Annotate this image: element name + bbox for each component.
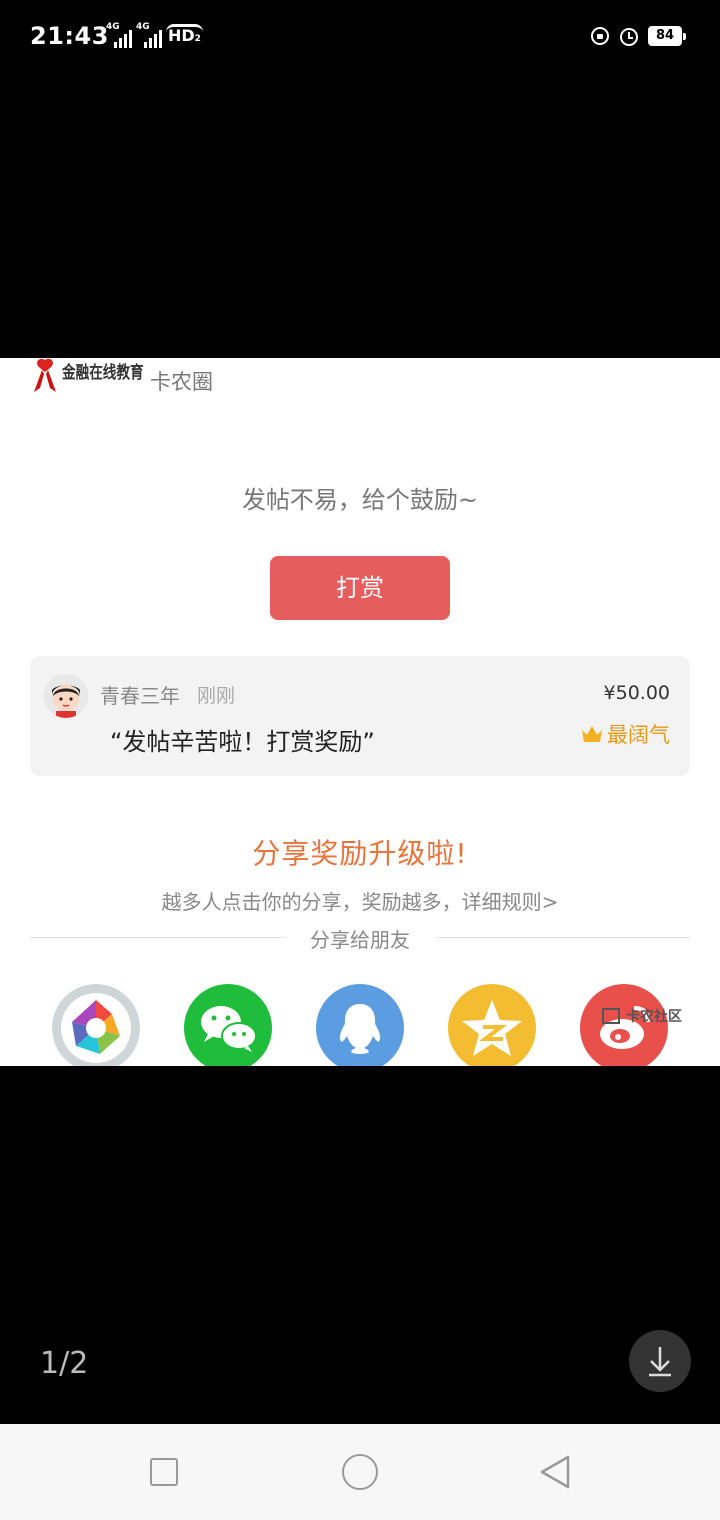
home-icon[interactable] (342, 1454, 378, 1490)
qzone-icon (448, 984, 536, 1066)
tip-card: 青春三年 刚刚 ¥50.00 “发帖辛苦啦！打赏奖励” 最阔气 (30, 656, 690, 776)
share-title: 分享奖励升级啦! (252, 837, 468, 870)
status-time: 21:43 (30, 22, 109, 50)
back-icon[interactable] (538, 1454, 574, 1490)
avatar-icon (44, 674, 88, 718)
logo-text: 金融在线教育 (62, 363, 144, 383)
alarm-icon (620, 28, 638, 46)
page-counter: 1/2 (40, 1346, 89, 1381)
recents-icon[interactable] (150, 1458, 178, 1486)
share-subtitle: 越多人点击你的分享，奖励越多，详细规则> (161, 890, 559, 914)
avatar (44, 674, 88, 718)
hd-voice-icon: HD2 (166, 24, 203, 48)
watermark: 卡农社区 (602, 1006, 682, 1034)
viewed-image[interactable]: 金融在线教育 卡农圈 发帖不易，给个鼓励~ 打赏 青春三年 刚刚 ¥50.00 … (0, 358, 720, 1066)
tipper-name: 青春三年 (100, 684, 180, 708)
watermark-text: 卡农社区 (626, 1009, 682, 1025)
wechat-icon (184, 984, 272, 1066)
status-bar: 21:43 4G 4G HD2 84 (0, 0, 720, 76)
qq-icon (316, 984, 404, 1066)
reward-button: 打赏 (270, 556, 450, 620)
tip-badge-label: 最阔气 (607, 723, 670, 747)
tip-message: “发帖辛苦啦！打赏奖励” (110, 728, 375, 756)
reward-prompt: 发帖不易，给个鼓励~ (241, 486, 479, 514)
ribbon-icon (34, 358, 56, 392)
community-name: 卡农圈 (150, 370, 213, 394)
tip-amount: ¥50.00 (603, 682, 670, 704)
battery-icon: 84 (648, 26, 686, 46)
tip-time: 刚刚 (197, 685, 236, 707)
tip-badge: 最阔气 (581, 719, 670, 749)
hd-sub-label: 2 (194, 34, 201, 44)
crown-icon (582, 726, 602, 742)
download-icon (649, 1347, 671, 1377)
signal-icon-sim1: 4G (106, 22, 132, 48)
hd-label: HD (168, 26, 195, 45)
rotation-lock-icon (591, 27, 609, 45)
moments-icon (52, 984, 140, 1066)
share-label: 分享给朋友 (310, 928, 410, 952)
download-button[interactable] (629, 1330, 691, 1392)
photo-viewer-screen: 21:43 4G 4G HD2 84 金融在线教育 卡农圈 发帖不易，给个鼓励~… (0, 0, 720, 1520)
navigation-bar (0, 1424, 720, 1520)
brand-logo: 金融在线教育 (32, 358, 144, 394)
signal-icon-sim2: 4G (136, 22, 162, 48)
watermark-mark (602, 1008, 620, 1024)
